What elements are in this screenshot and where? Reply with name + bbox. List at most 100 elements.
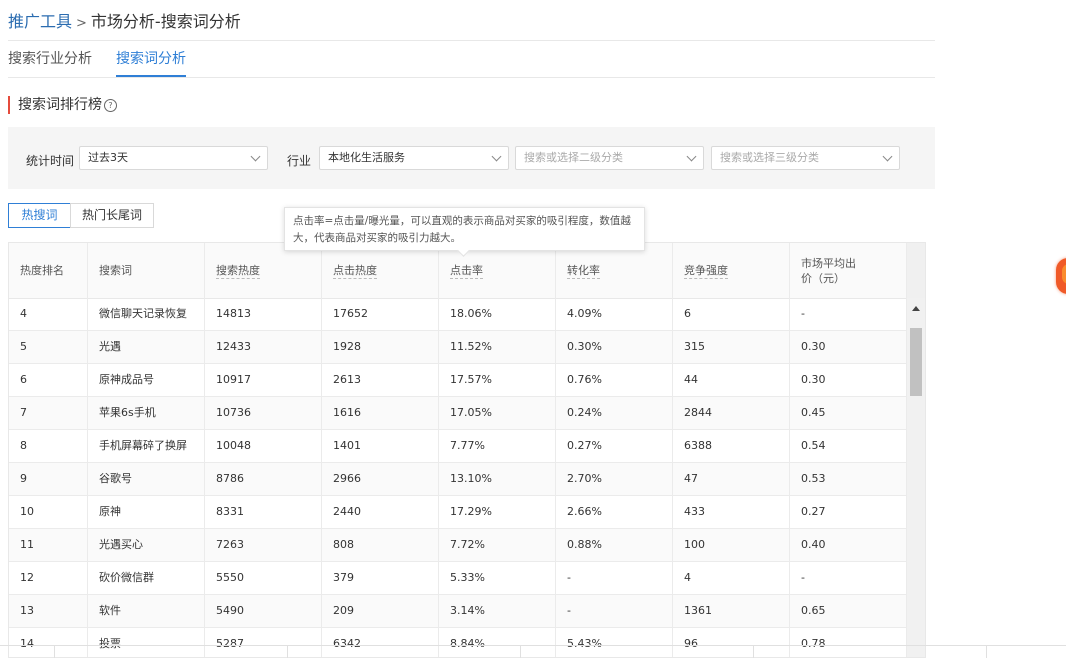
chevron-down-icon: [491, 151, 502, 162]
table-row[interactable]: 8 手机屏幕碎了换屏 10048 1401 7.77% 0.27% 6388 0.54: [9, 430, 907, 463]
cell-avg-bid: 0.30: [790, 364, 907, 396]
tab-keyword-analysis[interactable]: 搜索词分析: [116, 41, 186, 77]
cell-avg-bid: 0.78: [790, 628, 907, 657]
time-select-value: 过去3天: [88, 151, 128, 164]
cell-competition: 6: [673, 298, 790, 330]
breadcrumb-root-link[interactable]: 推广工具: [8, 12, 72, 31]
chevron-down-icon: [250, 151, 261, 162]
col-ctr-label: 点击率: [450, 263, 483, 279]
cell-search-heat: 12433: [205, 331, 322, 363]
col-keyword: 搜索词: [88, 243, 205, 298]
cell-competition: 315: [673, 331, 790, 363]
cell-rank: 10: [9, 496, 88, 528]
table-row[interactable]: 12 砍价微信群 5550 379 5.33% -4-: [9, 562, 907, 595]
cell-click-heat: 1616: [322, 397, 439, 429]
cell-conversion: 4.09%: [556, 298, 673, 330]
breadcrumb: 推广工具 > 市场分析-搜索词分析: [8, 8, 241, 32]
col-conversion-label: 转化率: [567, 263, 600, 279]
help-icon[interactable]: ?: [104, 99, 117, 112]
tab-industry-analysis[interactable]: 搜索行业分析: [8, 41, 92, 77]
table-row[interactable]: 5 光遇 12433 1928 11.52% 0.30% 315 0.30: [9, 331, 907, 364]
scroll-up-icon[interactable]: [912, 306, 920, 311]
time-select[interactable]: 过去3天: [79, 146, 268, 170]
cell-keyword: 投票: [88, 628, 205, 657]
cell-search-heat: 5490: [205, 595, 322, 627]
table-row[interactable]: 14 投票 5287 6342 8.84% 5.43% 96 0.78: [9, 628, 907, 657]
bottom-tick: [287, 646, 288, 658]
table-row[interactable]: 10 原神 8331 2440 17.29% 2.66% 433 0.27: [9, 496, 907, 529]
cell-rank: 4: [9, 298, 88, 330]
bottom-tick: [986, 646, 987, 658]
cell-click-heat: 379: [322, 562, 439, 594]
table-row[interactable]: 6 原神成品号 10917 2613 17.57% 0.76% 44 0.30: [9, 364, 907, 397]
section-title: 搜索词排行榜?: [8, 96, 117, 114]
cell-competition: 2844: [673, 397, 790, 429]
industry-label: 行业: [287, 154, 312, 168]
cell-search-heat: 10917: [205, 364, 322, 396]
cell-ctr: 5.33%: [439, 562, 556, 594]
cell-ctr: 18.06%: [439, 298, 556, 330]
cell-rank: 8: [9, 430, 88, 462]
chevron-down-icon: [686, 151, 697, 162]
col-competition[interactable]: 竞争强度: [673, 243, 790, 298]
cell-keyword: 原神成品号: [88, 364, 205, 396]
cell-search-heat: 8786: [205, 463, 322, 495]
cell-avg-bid: 0.40: [790, 529, 907, 561]
cell-ctr: 3.14%: [439, 595, 556, 627]
level3-category-placeholder: 搜索或选择三级分类: [720, 151, 819, 164]
level2-category-select[interactable]: 搜索或选择二级分类: [515, 146, 704, 170]
cell-search-heat: 8331: [205, 496, 322, 528]
floating-assistant-icon[interactable]: [1056, 258, 1066, 294]
cell-competition: 96: [673, 628, 790, 657]
cell-keyword: 苹果6s手机: [88, 397, 205, 429]
section-title-text: 搜索词排行榜: [18, 97, 102, 113]
cell-search-heat: 5550: [205, 562, 322, 594]
table-row[interactable]: 9 谷歌号 8786 2966 13.10% 2.70% 47 0.53: [9, 463, 907, 496]
industry-select-value: 本地化生活服务: [328, 151, 405, 164]
cell-avg-bid: 0.27: [790, 496, 907, 528]
col-conversion[interactable]: 转化率: [556, 243, 673, 298]
cell-conversion: -: [556, 595, 673, 627]
col-keyword-label: 搜索词: [99, 264, 132, 277]
cell-ctr: 13.10%: [439, 463, 556, 495]
col-search-heat[interactable]: 搜索热度: [205, 243, 322, 298]
cell-ctr: 7.72%: [439, 529, 556, 561]
cell-keyword: 砍价微信群: [88, 562, 205, 594]
table-row[interactable]: 4 微信聊天记录恢复 14813 17652 18.06% 4.09% 6-: [9, 298, 907, 331]
cell-conversion: 0.27%: [556, 430, 673, 462]
cell-ctr: 7.77%: [439, 430, 556, 462]
cell-keyword: 手机屏幕碎了换屏: [88, 430, 205, 462]
time-label: 统计时间: [26, 154, 75, 168]
col-click-heat-label: 点击热度: [333, 263, 377, 279]
level3-category-select[interactable]: 搜索或选择三级分类: [711, 146, 900, 170]
cell-conversion: 2.66%: [556, 496, 673, 528]
col-click-heat[interactable]: 点击热度: [322, 243, 439, 298]
cell-rank: 5: [9, 331, 88, 363]
cell-click-heat: 1401: [322, 430, 439, 462]
vertical-scrollbar[interactable]: [907, 298, 925, 657]
long-tail-button[interactable]: 热门长尾词: [70, 203, 154, 228]
cell-keyword: 光遇: [88, 331, 205, 363]
table-row[interactable]: 11 光遇买心 7263 808 7.72% 0.88% 100 0.40: [9, 529, 907, 562]
cell-competition: 47: [673, 463, 790, 495]
col-avg-bid-label: 市场平均出价（元）: [801, 256, 856, 285]
cell-conversion: 0.30%: [556, 331, 673, 363]
table-row[interactable]: 13 软件 5490 209 3.14% -1361 0.65: [9, 595, 907, 628]
cell-avg-bid: 0.30: [790, 331, 907, 363]
breadcrumb-current: 市场分析-搜索词分析: [90, 12, 241, 31]
bottom-divider: [0, 645, 1066, 646]
col-avg-bid[interactable]: 市场平均出价（元）: [790, 243, 907, 298]
cell-search-heat: 10048: [205, 430, 322, 462]
cell-click-heat: 2613: [322, 364, 439, 396]
col-ctr[interactable]: 点击率: [439, 243, 556, 298]
cell-rank: 13: [9, 595, 88, 627]
cell-competition: 100: [673, 529, 790, 561]
header-scroll-corner: [907, 243, 925, 298]
cell-avg-bid: -: [790, 562, 907, 594]
hot-search-button[interactable]: 热搜词: [8, 203, 71, 228]
scrollbar-thumb[interactable]: [910, 328, 922, 396]
breadcrumb-separator: >: [76, 16, 87, 31]
cell-click-heat: 808: [322, 529, 439, 561]
industry-select[interactable]: 本地化生活服务: [319, 146, 509, 170]
table-row[interactable]: 7 苹果6s手机 10736 1616 17.05% 0.24% 2844 0.45: [9, 397, 907, 430]
